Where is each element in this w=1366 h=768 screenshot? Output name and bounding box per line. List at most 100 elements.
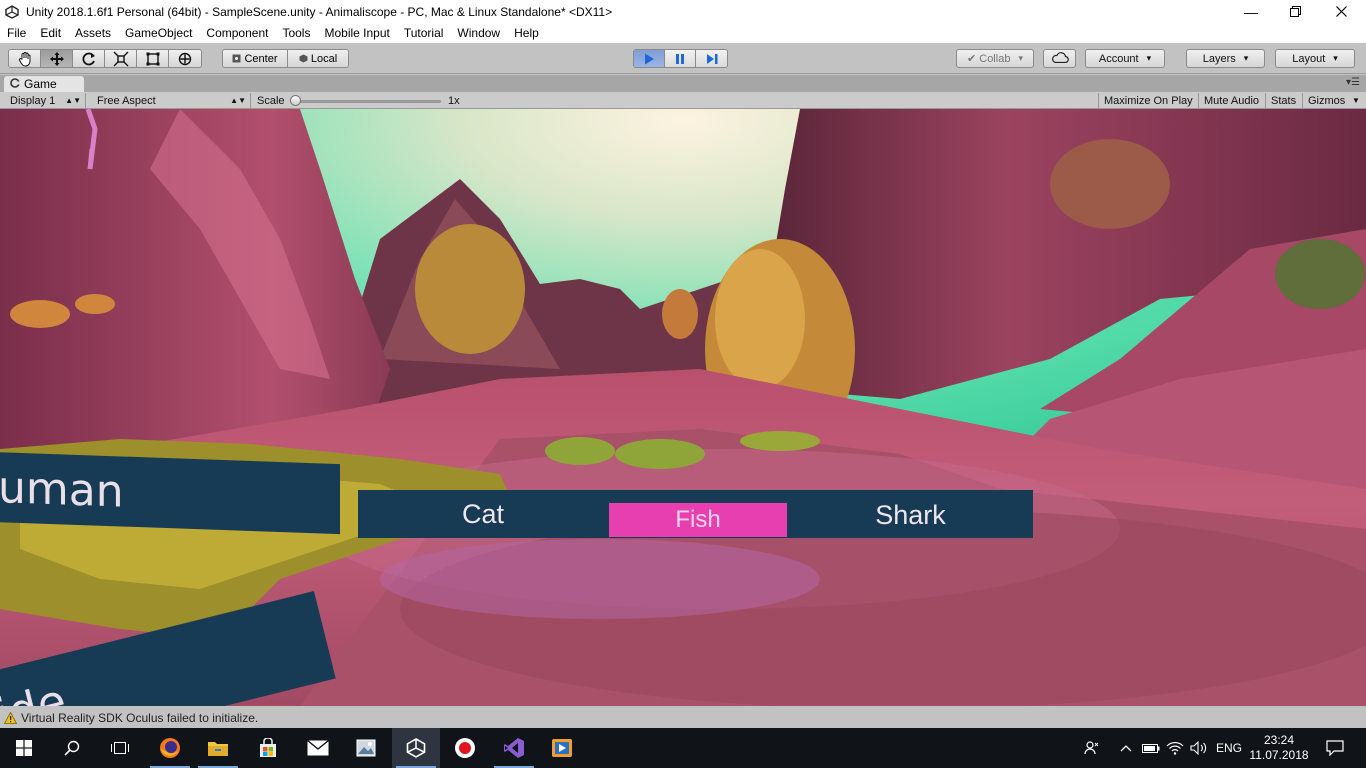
play-controls — [633, 49, 728, 68]
transform-tool-icon[interactable] — [169, 50, 201, 67]
visual-studio-icon[interactable] — [490, 728, 538, 768]
pivot-space-icon — [299, 52, 308, 66]
menu-bar: File Edit Assets GameObject Component To… — [0, 23, 1366, 43]
game-view-controls: Display 1 ▲▼ Free Aspect ▲▼ Scale 1x Max… — [0, 92, 1366, 109]
pivot-space-button[interactable]: Local — [288, 50, 348, 67]
notifications-icon[interactable] — [1320, 728, 1350, 768]
pivot-mode-label: Center — [244, 52, 278, 65]
fish-option-selected[interactable]: Fish — [609, 503, 787, 537]
cloud-button[interactable] — [1043, 49, 1076, 68]
human-option-label: uman — [0, 461, 124, 518]
aspect-select[interactable]: Free Aspect ▲▼ — [91, 93, 251, 108]
game-tab-icon — [10, 77, 20, 91]
mail-icon[interactable] — [294, 728, 342, 768]
pivot-mode-button[interactable]: Center — [223, 50, 288, 67]
collab-label: Collab — [979, 52, 1011, 65]
tray-expand-icon[interactable] — [1116, 728, 1136, 768]
collab-dropdown[interactable]: ✔ Collab — [956, 49, 1034, 68]
rotate-tool-icon[interactable] — [73, 50, 105, 67]
status-message[interactable]: Virtual Reality SDK Oculus failed to ini… — [21, 711, 258, 725]
search-icon[interactable] — [48, 728, 96, 768]
shark-option-label: Shark — [875, 499, 946, 530]
hand-tool-icon[interactable] — [9, 50, 41, 67]
scale-tool-icon[interactable] — [105, 50, 137, 67]
windows-taskbar: ENG 23:24 11.07.2018 — [0, 728, 1366, 768]
scale-value: 1x — [448, 94, 460, 107]
firefox-icon[interactable] — [146, 728, 194, 768]
transform-tools — [8, 49, 202, 68]
gizmos-arrow-icon: ▼ — [1352, 96, 1360, 105]
menu-tools[interactable]: Tools — [275, 23, 317, 43]
aspect-value: Free Aspect — [97, 94, 156, 107]
game-scene-render — [0, 109, 1366, 706]
account-dropdown[interactable]: Account — [1085, 49, 1165, 68]
game-tab-label: Game — [24, 77, 57, 91]
play-icon[interactable] — [634, 50, 665, 67]
game-viewport[interactable]: uman Cat Fish Shark ide — [0, 109, 1366, 706]
menu-tutorial[interactable]: Tutorial — [397, 23, 451, 43]
scale-slider[interactable] — [296, 100, 441, 103]
menu-assets[interactable]: Assets — [68, 23, 118, 43]
toolbar: Center Local ✔ Collab Account Layers — [0, 43, 1366, 74]
cloud-icon — [1051, 51, 1069, 66]
record-icon[interactable] — [441, 728, 489, 768]
language-indicator[interactable]: ENG — [1212, 728, 1246, 768]
game-tab[interactable]: Game — [4, 76, 84, 92]
store-icon[interactable] — [244, 728, 292, 768]
menu-mobile-input[interactable]: Mobile Input — [317, 23, 396, 43]
maximize-on-play-toggle[interactable]: Maximize On Play — [1098, 93, 1198, 108]
aspect-arrow-icon: ▲▼ — [230, 96, 246, 105]
task-view-icon[interactable] — [96, 728, 144, 768]
guide-option-label: ide — [0, 673, 72, 706]
status-bar: Virtual Reality SDK Oculus failed to ini… — [0, 707, 1366, 728]
display-select[interactable]: Display 1 ▲▼ — [4, 93, 86, 108]
photos-icon[interactable] — [342, 728, 390, 768]
wifi-icon[interactable] — [1164, 728, 1186, 768]
media-player-icon[interactable] — [538, 728, 586, 768]
rect-tool-icon[interactable] — [137, 50, 169, 67]
layers-label: Layers — [1202, 52, 1236, 65]
title-bar: Unity 2018.1.6f1 Personal (64bit) - Samp… — [0, 0, 1366, 23]
menu-edit[interactable]: Edit — [33, 23, 68, 43]
step-icon[interactable] — [696, 50, 727, 67]
mute-audio-toggle[interactable]: Mute Audio — [1198, 93, 1264, 108]
panel-menu-icon[interactable]: ▾☰ — [1346, 77, 1360, 88]
cat-option-label: Cat — [461, 498, 505, 529]
scale-slider-handle[interactable] — [290, 95, 301, 106]
display-value: Display 1 — [10, 94, 56, 107]
menu-gameobject[interactable]: GameObject — [118, 23, 199, 43]
menu-file[interactable]: File — [0, 23, 33, 43]
people-icon[interactable] — [1080, 728, 1104, 768]
layers-dropdown[interactable]: Layers — [1186, 49, 1265, 68]
shark-option[interactable]: Shark — [788, 492, 1033, 538]
move-tool-icon[interactable] — [41, 50, 73, 67]
fish-option-label: Fish — [675, 506, 721, 533]
unity-logo-icon — [4, 4, 20, 20]
file-explorer-icon[interactable] — [194, 728, 242, 768]
warning-icon — [4, 711, 17, 724]
human-option[interactable]: uman — [0, 451, 340, 535]
close-icon[interactable] — [1318, 0, 1364, 23]
restore-icon[interactable] — [1272, 0, 1318, 23]
menu-component[interactable]: Component — [199, 23, 275, 43]
menu-help[interactable]: Help — [507, 23, 546, 43]
clock-time: 23:24 — [1263, 733, 1295, 747]
pivot-controls: Center Local — [222, 49, 349, 68]
cat-option[interactable]: Cat — [358, 490, 608, 538]
pause-icon[interactable] — [665, 50, 696, 67]
layout-label: Layout — [1292, 52, 1326, 65]
volume-icon[interactable] — [1188, 728, 1210, 768]
display-arrow-icon: ▲▼ — [65, 96, 81, 105]
windows-start-icon[interactable] — [0, 728, 48, 768]
minimize-icon[interactable]: — — [1228, 0, 1274, 23]
battery-icon[interactable] — [1140, 728, 1162, 768]
scale-label: Scale — [257, 94, 285, 107]
gizmos-dropdown[interactable]: Gizmos — [1302, 93, 1359, 108]
menu-window[interactable]: Window — [450, 23, 507, 43]
clock[interactable]: 23:24 11.07.2018 — [1244, 728, 1314, 768]
pivot-space-label: Local — [310, 52, 338, 65]
unity-icon[interactable] — [392, 728, 440, 768]
account-label: Account — [1098, 52, 1139, 65]
stats-toggle[interactable]: Stats — [1265, 93, 1301, 108]
layout-dropdown[interactable]: Layout — [1275, 49, 1355, 68]
